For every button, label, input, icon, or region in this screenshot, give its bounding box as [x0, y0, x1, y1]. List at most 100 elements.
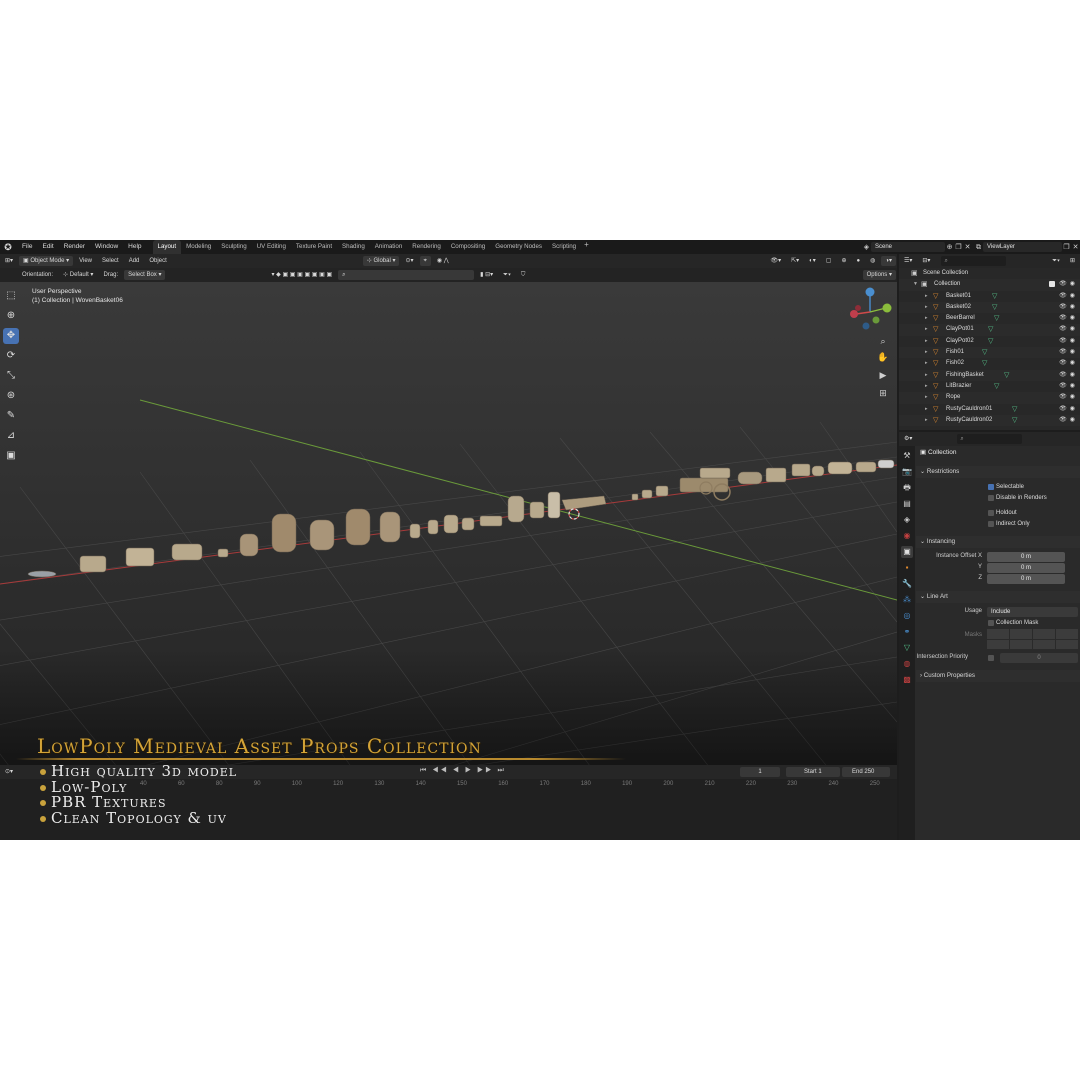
mesh-data-icon[interactable]: ▽ [994, 313, 999, 324]
close-icon[interactable]: ✕ [1071, 243, 1080, 252]
visibility-eye-icon[interactable]: 👁◉ [1059, 313, 1078, 324]
visibility-eye-icon[interactable]: 👁◉ [1059, 381, 1078, 392]
outliner-object-row[interactable]: ▸ ▽ Basket02 ▽ 👁◉ [899, 301, 1080, 314]
select-box-tool-icon[interactable]: ⬚ [3, 288, 19, 304]
menu-help[interactable]: Help [123, 240, 146, 254]
outliner-object-row[interactable]: ▸ ▽ Fish02 ▽ 👁◉ [899, 358, 1080, 369]
visibility-eye-icon[interactable]: 👁◉ [1059, 358, 1078, 369]
transform-orientation-dropdown[interactable]: ⊹ Global ▾ [362, 256, 400, 266]
options-dropdown[interactable]: Options ▾ [862, 270, 896, 280]
offset-y-field[interactable]: 0 m [987, 563, 1065, 573]
pin-icon[interactable]: ⊕ [945, 243, 954, 252]
camera-view-icon[interactable]: ▶ [876, 368, 890, 382]
indirect-only-row[interactable]: Indirect Only [916, 519, 1080, 530]
data-tab-icon[interactable]: ▽ [901, 642, 913, 654]
navigation-gizmo[interactable] [846, 286, 894, 336]
visibility-eye-icon[interactable]: 👁◉ [1059, 404, 1078, 415]
tab-texture-paint[interactable]: Texture Paint [291, 240, 337, 254]
outliner-object-row[interactable]: ▸ ▽ Basket01 ▽ 👁◉ [899, 291, 1080, 302]
expand-arrow-icon[interactable]: ▸ [925, 381, 928, 392]
restrictions-panel-header[interactable]: ⌄ Restrictions [916, 466, 1080, 478]
constraints-tab-icon[interactable]: ⚭ [901, 626, 913, 638]
new-collection-icon[interactable]: ⊞ [1066, 256, 1079, 266]
outliner-object-row[interactable]: ▸ ▽ LitBrazier ▽ 👁◉ [899, 381, 1080, 392]
proportional-edit-icon[interactable]: ◉ ⋀ [433, 256, 453, 266]
view-layer-name-field[interactable]: ViewLayer [983, 242, 1062, 252]
offset-x-field[interactable]: 0 m [987, 552, 1065, 562]
exclude-checkbox[interactable] [1049, 281, 1055, 288]
shading-wireframe-icon[interactable]: ⊕ [837, 256, 850, 266]
tab-compositing[interactable]: Compositing [446, 240, 490, 254]
overlay-toggle-icon[interactable]: ◐▾ [805, 256, 820, 266]
outliner-object-row[interactable]: ▸ ▽ Rope 👁◉ [899, 392, 1080, 404]
add-cube-tool-icon[interactable]: ▣ [3, 448, 19, 464]
scale-tool-icon[interactable]: ⤡ [3, 368, 19, 384]
shading-rendered-icon[interactable]: ◑▾ [881, 256, 896, 266]
selectable-checkbox-row[interactable]: Selectable [916, 482, 1080, 493]
mesh-data-icon[interactable]: ▽ [994, 381, 999, 392]
visibility-eye-icon[interactable]: 👁◉ [1059, 415, 1078, 426]
mesh-data-icon[interactable]: ▽ [1012, 415, 1017, 426]
mesh-data-icon[interactable]: ▽ [982, 347, 987, 358]
instancing-panel-header[interactable]: ⌄ Instancing [916, 536, 1080, 548]
material-tab-icon[interactable]: ◍ [901, 658, 913, 670]
tab-geometry-nodes[interactable]: Geometry Nodes [490, 240, 547, 254]
visibility-eye-icon[interactable]: 👁◉ [1059, 291, 1078, 302]
holdout-row[interactable]: Holdout [916, 508, 1080, 519]
texture-tab-icon[interactable]: ▩ [901, 674, 913, 686]
orientation-dropdown[interactable]: ⊹ Default ▾ [59, 270, 97, 280]
zoom-icon[interactable]: ⌕ [876, 334, 890, 348]
expand-arrow-icon[interactable]: ▸ [925, 404, 928, 415]
expand-arrow-icon[interactable]: ▸ [925, 370, 928, 381]
tool-tab-icon[interactable]: ⚒ [901, 450, 913, 462]
intersection-priority-field[interactable]: 0 [1000, 653, 1078, 663]
filter-icon[interactable]: ⏷▾ [499, 270, 515, 280]
expand-arrow-icon[interactable]: ▸ [925, 358, 928, 369]
expand-arrow-icon[interactable]: ▸ [925, 415, 928, 426]
menu-select[interactable]: Select [98, 256, 123, 266]
scene-name-field[interactable]: Scene [871, 242, 945, 252]
menu-window[interactable]: Window [90, 240, 123, 254]
bookmark-icon[interactable]: ▮ ⊟▾ [476, 270, 497, 280]
selectable-checkbox[interactable] [988, 484, 994, 490]
menu-add[interactable]: Add [125, 256, 144, 266]
masks-grid[interactable] [987, 629, 1078, 649]
tab-uv-editing[interactable]: UV Editing [252, 240, 291, 254]
visibility-eye-icon[interactable]: 👁◉ [1059, 324, 1078, 335]
expand-arrow-icon[interactable]: ▸ [925, 347, 928, 358]
object-tab-icon[interactable]: ▪ [901, 562, 913, 574]
output-tab-icon[interactable]: 🖶 [901, 482, 913, 494]
cursor-tool-icon[interactable]: ⊕ [3, 308, 19, 324]
pan-hand-icon[interactable]: ✋ [876, 350, 890, 364]
visibility-eye-icon[interactable]: 👁◉ [1059, 347, 1078, 358]
visibility-eye-icon[interactable]: 👁◉ [1059, 370, 1078, 381]
disable-in-renders-row[interactable]: Disable in Renders [916, 493, 1080, 504]
transform-tool-icon[interactable]: ⊛ [3, 388, 19, 404]
visibility-eye-icon[interactable]: 👁◉ [1059, 392, 1078, 403]
editor-type-icon[interactable]: ⊞▾ [1, 256, 17, 266]
view-layer-selector[interactable]: ⧉ ViewLayer ❐ ✕ [974, 241, 1080, 253]
mode-selector[interactable]: ▣ Object Mode ▾ [19, 256, 74, 266]
menu-view[interactable]: View [75, 256, 96, 266]
menu-edit[interactable]: Edit [37, 240, 58, 254]
expand-arrow-icon[interactable]: ▸ [925, 313, 928, 324]
mesh-data-icon[interactable]: ▽ [1004, 370, 1009, 381]
mesh-data-icon[interactable]: ▽ [1012, 404, 1017, 415]
expand-arrow-icon[interactable]: ▸ [925, 291, 928, 302]
offset-z-field[interactable]: 0 m [987, 574, 1065, 584]
xray-toggle-icon[interactable]: ▢ [822, 256, 836, 266]
menu-file[interactable]: File [17, 240, 37, 254]
outliner-object-row[interactable]: ▸ ▽ FishingBasket ▽ 👁◉ [899, 369, 1080, 381]
expand-arrow-icon[interactable]: ▸ [925, 392, 928, 403]
filter-icon[interactable]: ⏷▾ [1048, 256, 1064, 266]
world-tab-icon[interactable]: ◉ [901, 530, 913, 542]
tab-rendering[interactable]: Rendering [407, 240, 446, 254]
measure-tool-icon[interactable]: ⊿ [3, 428, 19, 444]
tab-modeling[interactable]: Modeling [181, 240, 216, 254]
scene-collection-row[interactable]: ▣ Scene Collection [899, 268, 1080, 279]
move-tool-icon[interactable]: ✥ [3, 328, 19, 344]
collection-mask-row[interactable]: Collection Mask [916, 618, 1080, 629]
close-icon[interactable]: ✕ [963, 243, 972, 252]
visibility-icon[interactable]: 👁▾ [766, 256, 785, 266]
mesh-data-icon[interactable]: ▽ [988, 324, 993, 335]
